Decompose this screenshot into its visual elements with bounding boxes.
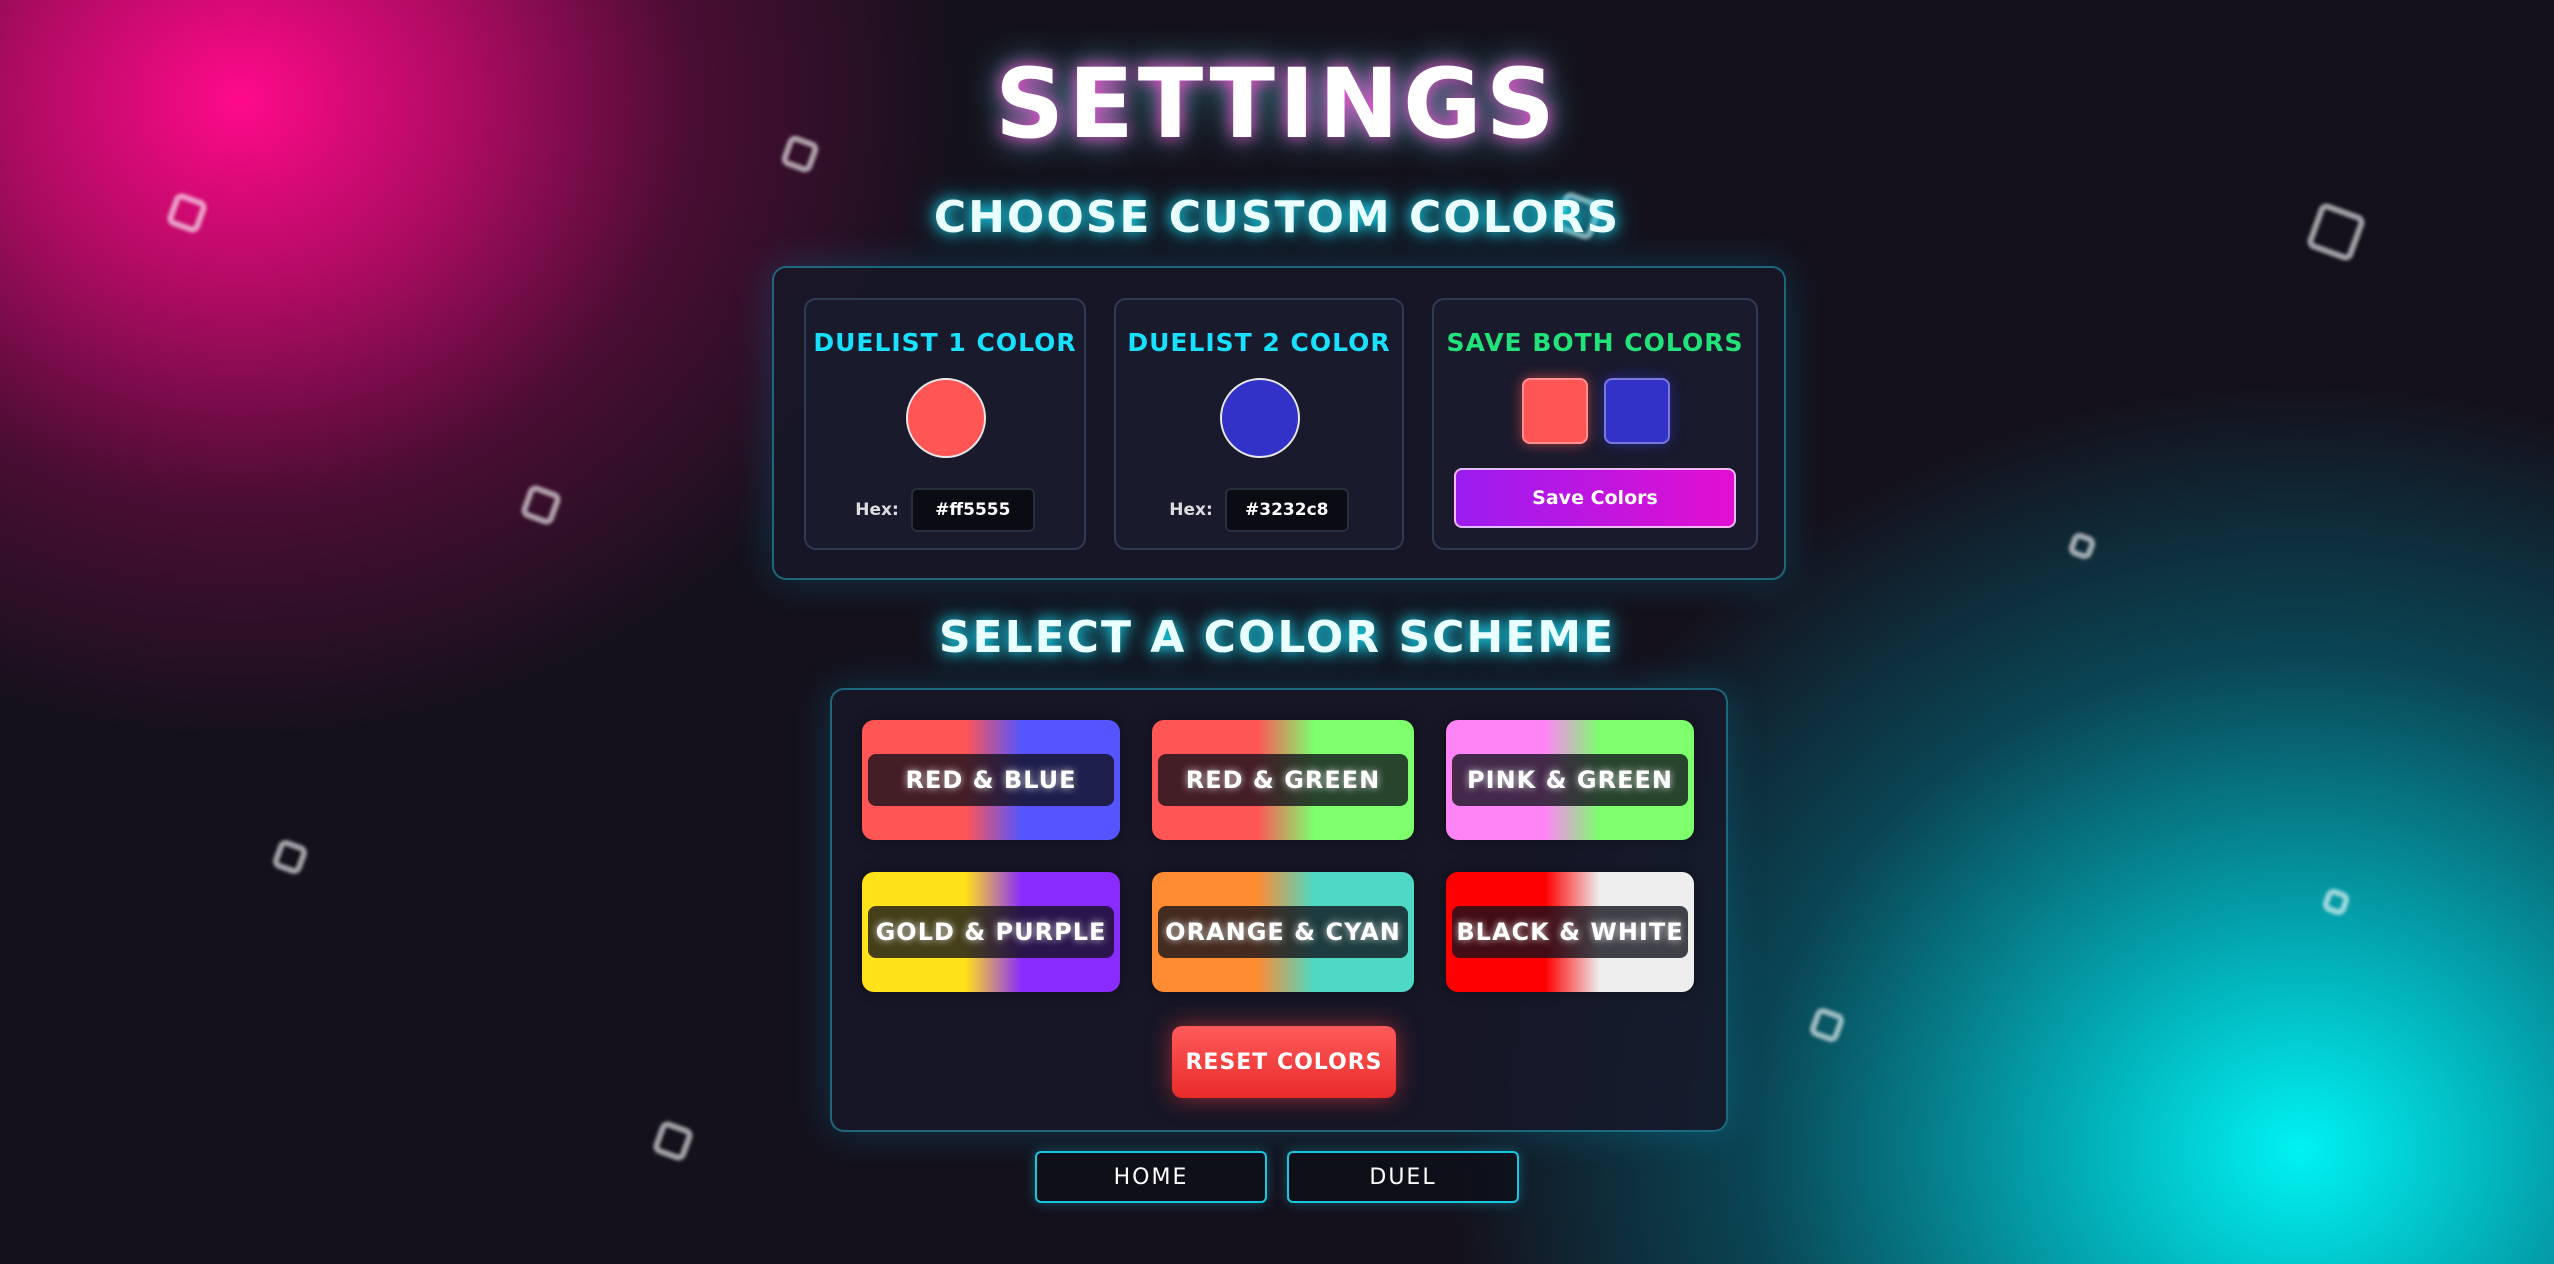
page-title: SETTINGS — [995, 48, 1559, 160]
duelist2-title: DUELIST 2 COLOR — [1127, 328, 1391, 357]
duelist1-card: DUELIST 1 COLOR Hex: — [804, 298, 1086, 550]
duelist1-title: DUELIST 1 COLOR — [813, 328, 1077, 357]
save-colors-button[interactable]: Save Colors — [1454, 468, 1736, 528]
decor-square — [2320, 886, 2352, 918]
scheme-pink-green[interactable]: PINK & GREEN — [1446, 720, 1694, 840]
scheme-label: RED & BLUE — [868, 754, 1114, 806]
duelist2-preview-swatch — [1604, 378, 1670, 444]
reset-colors-button[interactable]: RESET COLORS — [1172, 1026, 1396, 1098]
color-scheme-panel: RED & BLUE RED & GREEN PINK & GREEN GOLD… — [830, 688, 1728, 1132]
duelist2-hex-label: Hex: — [1169, 500, 1213, 520]
duelist2-card: DUELIST 2 COLOR Hex: — [1114, 298, 1404, 550]
scheme-label: PINK & GREEN — [1452, 754, 1688, 806]
save-card-title: SAVE BOTH COLORS — [1446, 328, 1744, 357]
duelist1-hex-row: Hex: — [806, 488, 1084, 532]
scheme-orange-cyan[interactable]: ORANGE & CYAN — [1152, 872, 1414, 992]
scheme-label: ORANGE & CYAN — [1158, 906, 1408, 958]
duelist2-hex-row: Hex: — [1116, 488, 1402, 532]
scheme-gold-purple[interactable]: GOLD & PURPLE — [862, 872, 1120, 992]
duel-button[interactable]: DUEL — [1287, 1151, 1519, 1203]
duelist1-hex-input[interactable] — [910, 488, 1035, 532]
decor-square — [1807, 1005, 1847, 1045]
duelist2-color-picker[interactable] — [1220, 378, 1300, 458]
decor-square — [2066, 530, 2098, 562]
color-scheme-heading: SELECT A COLOR SCHEME — [938, 612, 1616, 663]
scheme-red-green[interactable]: RED & GREEN — [1152, 720, 1414, 840]
scheme-red-blue[interactable]: RED & BLUE — [862, 720, 1120, 840]
scheme-label: RED & GREEN — [1158, 754, 1408, 806]
scheme-black-white[interactable]: BLACK & WHITE — [1446, 872, 1694, 992]
duelist1-color-picker[interactable] — [906, 378, 986, 458]
decor-square — [651, 1119, 695, 1163]
custom-colors-panel: DUELIST 1 COLOR Hex: DUELIST 2 COLOR Hex… — [772, 266, 1786, 580]
custom-colors-heading: CHOOSE CUSTOM COLORS — [933, 192, 1621, 243]
decor-square — [519, 483, 563, 527]
duelist1-hex-label: Hex: — [855, 500, 899, 520]
decor-square — [270, 837, 310, 877]
duelist2-hex-input[interactable] — [1224, 488, 1349, 532]
home-button[interactable]: HOME — [1035, 1151, 1267, 1203]
duelist1-preview-swatch — [1522, 378, 1588, 444]
scheme-label: BLACK & WHITE — [1452, 906, 1688, 958]
save-card: SAVE BOTH COLORS Save Colors — [1432, 298, 1758, 550]
scheme-label: GOLD & PURPLE — [868, 906, 1114, 958]
